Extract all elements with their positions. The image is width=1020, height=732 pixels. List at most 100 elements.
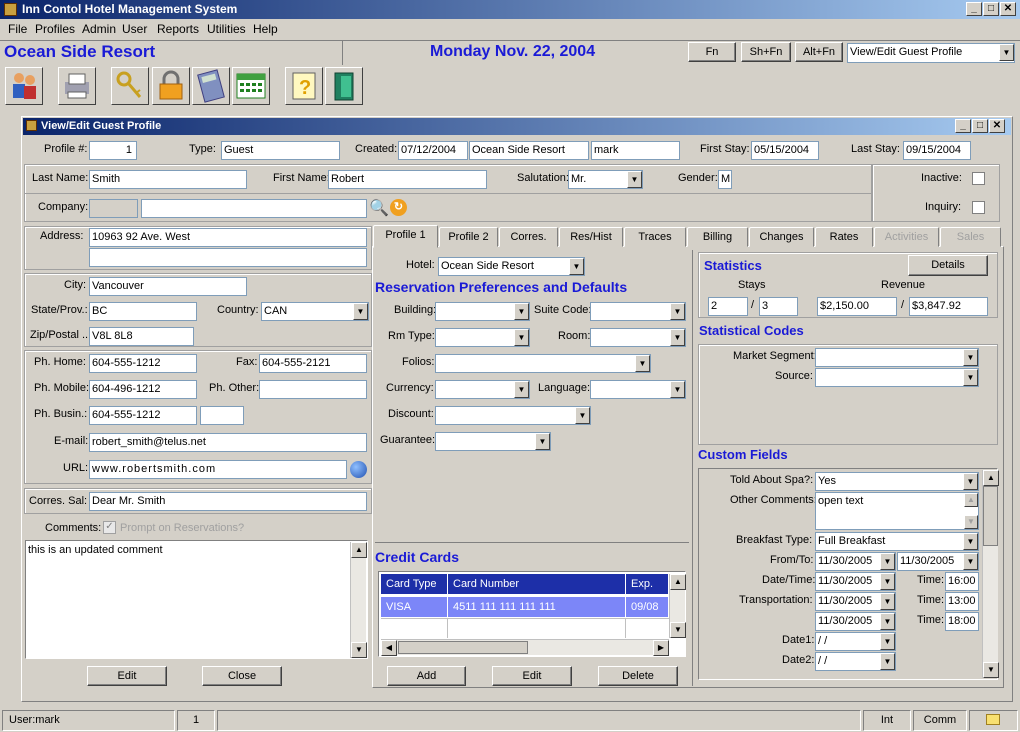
date1-select[interactable]: / / ▼ bbox=[815, 632, 896, 651]
chevron-down-icon[interactable]: ▼ bbox=[880, 653, 895, 670]
address-line2-field[interactable] bbox=[89, 248, 367, 267]
tab-billing[interactable]: Billing bbox=[687, 227, 748, 247]
lookup-arrow-icon[interactable]: ↻ bbox=[390, 199, 407, 216]
ph-busin-ext-field[interactable] bbox=[200, 406, 244, 425]
address-line1-field[interactable]: 10963 92 Ave. West bbox=[89, 228, 367, 247]
chevron-down-icon[interactable]: ▼ bbox=[880, 573, 895, 590]
from-date-select[interactable]: 11/30/2005 ▼ bbox=[815, 552, 896, 571]
chevron-down-icon[interactable]: ▼ bbox=[880, 613, 895, 630]
rm-type-select[interactable]: ▼ bbox=[435, 328, 530, 347]
scroll-right-icon[interactable]: ▶ bbox=[653, 640, 669, 656]
city-field[interactable]: Vancouver bbox=[89, 277, 247, 296]
menu-file[interactable]: File bbox=[8, 22, 27, 36]
url-field[interactable]: www.robertsmith.com bbox=[89, 460, 347, 479]
chevron-down-icon[interactable]: ▼ bbox=[963, 349, 978, 366]
time-field-3[interactable]: 18:00 bbox=[945, 612, 979, 631]
datetime-date-select[interactable]: 11/30/2005 ▼ bbox=[815, 572, 896, 591]
fn-button[interactable]: Fn bbox=[688, 42, 736, 62]
edit-button[interactable]: Edit bbox=[87, 666, 167, 686]
chevron-down-icon[interactable]: ▼ bbox=[635, 355, 650, 372]
last-name-field[interactable]: Smith bbox=[89, 170, 247, 189]
last-stay-field[interactable]: 09/15/2004 bbox=[903, 141, 971, 160]
created-user-field[interactable]: mark bbox=[591, 141, 680, 160]
hotel-select[interactable]: Ocean Side Resort ▼ bbox=[438, 257, 585, 276]
chevron-down-icon[interactable]: ▼ bbox=[670, 381, 685, 398]
chevron-down-icon[interactable]: ▼ bbox=[575, 407, 590, 424]
tab-rates[interactable]: Rates bbox=[815, 227, 873, 247]
profile-number-field[interactable]: 1 bbox=[89, 141, 137, 160]
breakfast-select[interactable]: Full Breakfast ▼ bbox=[815, 532, 979, 551]
chevron-down-icon[interactable]: ▼ bbox=[963, 553, 978, 570]
time-field-1[interactable]: 16:00 bbox=[945, 572, 979, 591]
cc-row-number[interactable]: 4511 111 111 111 111 bbox=[448, 597, 626, 617]
first-stay-field[interactable]: 05/15/2004 bbox=[751, 141, 819, 160]
chevron-down-icon[interactable]: ▼ bbox=[569, 258, 584, 275]
tab-profile-1[interactable]: Profile 1 bbox=[373, 225, 438, 248]
scroll-up-icon[interactable]: ▲ bbox=[983, 470, 999, 486]
room-select[interactable]: ▼ bbox=[590, 328, 686, 347]
exit-toolbar-button[interactable] bbox=[325, 67, 363, 105]
suite-code-select[interactable]: ▼ bbox=[590, 302, 686, 321]
company-code-field[interactable] bbox=[89, 199, 138, 218]
guarantee-select[interactable]: ▼ bbox=[435, 432, 551, 451]
scroll-left-icon[interactable]: ◀ bbox=[381, 640, 397, 656]
cc-header-number[interactable]: Card Number bbox=[448, 574, 626, 594]
comments-scrollbar[interactable]: ▲ ▼ bbox=[350, 542, 367, 658]
details-button[interactable]: Details bbox=[908, 255, 988, 276]
cc-hscroll-thumb[interactable] bbox=[398, 641, 528, 654]
ph-busin-field[interactable]: 604-555-1212 bbox=[89, 406, 197, 425]
corres-sal-field[interactable]: Dear Mr. Smith bbox=[89, 492, 367, 511]
menu-user[interactable]: User bbox=[122, 22, 147, 36]
scroll-down-icon[interactable]: ▼ bbox=[351, 642, 367, 658]
maximize-button[interactable]: □ bbox=[983, 2, 999, 16]
alt-fn-button[interactable]: Alt+Fn bbox=[795, 42, 843, 62]
cc-header-exp[interactable]: Exp. bbox=[626, 574, 669, 594]
chevron-down-icon[interactable]: ▼ bbox=[880, 553, 895, 570]
revenue-field-1[interactable]: $2,150.00 bbox=[817, 297, 897, 316]
company-name-field[interactable] bbox=[141, 199, 367, 218]
menu-admin[interactable]: Admin bbox=[82, 22, 116, 36]
calculator-toolbar-button[interactable] bbox=[192, 67, 230, 105]
ph-other-field[interactable] bbox=[259, 380, 367, 399]
told-spa-select[interactable]: Yes ▼ bbox=[815, 472, 979, 491]
help-toolbar-button[interactable]: ? bbox=[285, 67, 323, 105]
type-field[interactable]: Guest bbox=[221, 141, 340, 160]
menu-profiles[interactable]: Profiles bbox=[35, 22, 75, 36]
tab-corres[interactable]: Corres. bbox=[499, 227, 558, 247]
scroll-down-icon[interactable]: ▼ bbox=[964, 515, 978, 529]
chevron-down-icon[interactable]: ▼ bbox=[514, 381, 529, 398]
shift-fn-button[interactable]: Sh+Fn bbox=[741, 42, 791, 62]
screen-select[interactable]: View/Edit Guest Profile ▼ bbox=[847, 43, 1015, 63]
globe-icon[interactable] bbox=[350, 461, 367, 478]
fax-field[interactable]: 604-555-2121 bbox=[259, 354, 367, 373]
created-property-field[interactable]: Ocean Side Resort bbox=[469, 141, 589, 160]
country-select[interactable]: CAN ▼ bbox=[261, 302, 369, 321]
search-icon[interactable]: 🔍 bbox=[369, 198, 389, 218]
tab-traces[interactable]: Traces bbox=[624, 227, 686, 247]
time-field-2[interactable]: 13:00 bbox=[945, 592, 979, 611]
chevron-down-icon[interactable]: ▼ bbox=[670, 329, 685, 346]
dialog-minimize-button[interactable]: _ bbox=[955, 119, 971, 133]
close-window-button[interactable]: ✕ bbox=[1000, 2, 1016, 16]
ph-mobile-field[interactable]: 604-496-1212 bbox=[89, 380, 197, 399]
scroll-up-icon[interactable]: ▲ bbox=[351, 542, 367, 558]
chevron-down-icon[interactable]: ▼ bbox=[963, 369, 978, 386]
market-segment-select[interactable]: ▼ bbox=[815, 348, 979, 367]
email-field[interactable]: robert_smith@telus.net bbox=[89, 433, 367, 452]
stays-field-2[interactable]: 3 bbox=[759, 297, 798, 316]
menu-help[interactable]: Help bbox=[253, 22, 278, 36]
lock-toolbar-button[interactable] bbox=[152, 67, 190, 105]
close-button[interactable]: Close bbox=[202, 666, 282, 686]
prompt-reservations-checkbox[interactable]: ✓ bbox=[103, 521, 116, 534]
transport-date-select[interactable]: 11/30/2005 ▼ bbox=[815, 592, 896, 611]
scroll-down-icon[interactable]: ▼ bbox=[983, 662, 999, 678]
status-mail[interactable] bbox=[969, 710, 1018, 731]
cc-delete-button[interactable]: Delete bbox=[598, 666, 678, 686]
cc-add-button[interactable]: Add bbox=[387, 666, 466, 686]
building-select[interactable]: ▼ bbox=[435, 302, 530, 321]
cc-header-type[interactable]: Card Type bbox=[381, 574, 448, 594]
other-comments-textarea[interactable]: open text ▲ ▼ bbox=[815, 492, 979, 530]
source-select[interactable]: ▼ bbox=[815, 368, 979, 387]
language-select[interactable]: ▼ bbox=[590, 380, 686, 399]
keys-toolbar-button[interactable] bbox=[111, 67, 149, 105]
